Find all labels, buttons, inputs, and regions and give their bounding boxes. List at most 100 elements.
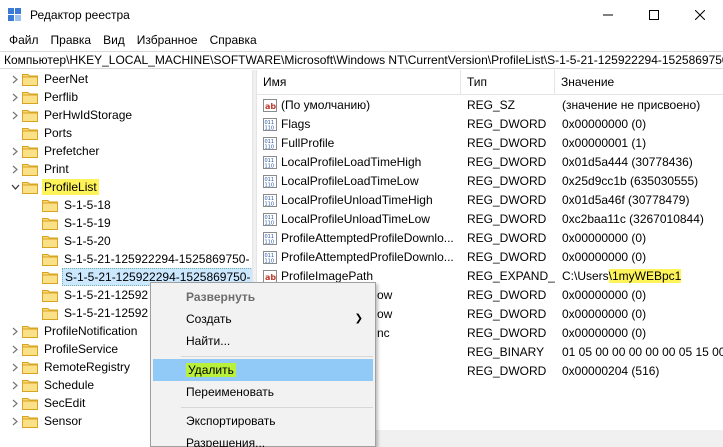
value-type: REG_EXPAND_...: [467, 269, 555, 283]
value-type: REG_DWORD: [467, 288, 547, 302]
tree-item-label: S-1-5-20: [64, 234, 111, 248]
chevron-down-icon[interactable]: [8, 178, 22, 196]
folder-icon: [22, 361, 38, 374]
menu-edit[interactable]: Правка: [45, 30, 98, 50]
value-name: LocalProfileLoadTimeLow: [281, 174, 419, 188]
menu-file[interactable]: Файл: [3, 30, 45, 50]
table-row[interactable]: 011 110 LocalProfileUnloadTimeLow REG_DWORD…: [257, 210, 723, 229]
tree-item[interactable]: SecEdit: [8, 394, 87, 412]
menu-bar: Файл Правка Вид Избранное Справка: [0, 30, 723, 50]
menu-separator: [181, 407, 373, 408]
tree-item[interactable]: Ports: [8, 124, 74, 142]
context-expand-label: Развернуть: [186, 290, 256, 304]
value-type: REG_DWORD: [467, 326, 547, 340]
chevron-right-icon[interactable]: [8, 322, 22, 340]
svg-text:110: 110: [265, 221, 275, 227]
tree-item[interactable]: ProfileList: [8, 178, 99, 196]
tree-item-label: S-1-5-21-125922294-1525869750-: [64, 252, 250, 266]
context-find-label: Найти...: [186, 334, 231, 348]
context-rename[interactable]: Переименовать: [153, 381, 373, 403]
folder-icon: [22, 145, 38, 158]
tree-item[interactable]: Sensor: [8, 412, 84, 430]
folder-icon: [42, 307, 58, 320]
tree-item-label: ProfileService: [44, 342, 119, 356]
table-row[interactable]: 011 110 Flags REG_DWORD 0x00000000 (0): [257, 115, 723, 134]
chevron-right-icon[interactable]: [8, 106, 22, 124]
chevron-right-icon[interactable]: [8, 160, 22, 178]
tree-item[interactable]: Print: [8, 160, 71, 178]
value-data: C:\Users\1myWEBpc1: [562, 267, 723, 286]
tree-item-label: PerHwIdStorage: [44, 108, 133, 122]
value-data: 01 05 00 00 00 00 00 05 15 00 00: [562, 345, 723, 359]
context-export[interactable]: Экспортировать: [153, 410, 373, 432]
context-permissions[interactable]: Разрешения...: [153, 432, 373, 447]
tree-item[interactable]: S-1-5-21-12592: [28, 304, 150, 322]
tree-item[interactable]: RemoteRegistry: [8, 358, 132, 376]
tree-item[interactable]: PerHwIdStorage: [8, 106, 134, 124]
binary-value-icon: 011110: [263, 156, 277, 170]
window-title: Редактор реестра: [30, 8, 130, 22]
column-value-header[interactable]: Значение: [555, 70, 723, 95]
chevron-right-icon[interactable]: [8, 376, 22, 394]
chevron-right-icon[interactable]: [8, 88, 22, 106]
tree-item[interactable]: S-1-5-21-12592: [28, 286, 150, 304]
table-row[interactable]: 011 110 FullProfile REG_DWORD 0x00000001 (1): [257, 134, 723, 153]
tree-item[interactable]: Perflib: [8, 88, 80, 106]
menu-view[interactable]: Вид: [97, 30, 131, 50]
context-expand[interactable]: Развернуть: [153, 286, 373, 308]
submenu-arrow-icon: ❯: [354, 313, 363, 324]
binary-value-icon: 011110: [263, 251, 277, 265]
close-icon: [695, 10, 705, 20]
table-row[interactable]: 011 110 LocalProfileUnloadTimeHigh REG_DWOR…: [257, 191, 723, 210]
title-bar: Редактор реестра: [0, 0, 723, 30]
table-row[interactable]: 011 110 LocalProfileLoadTimeLow REG_DWORD 0x…: [257, 172, 723, 191]
tree-item[interactable]: S-1-5-21-125922294-1525869750-: [28, 250, 251, 268]
chevron-right-icon[interactable]: [8, 358, 22, 376]
maximize-button[interactable]: [631, 0, 677, 30]
context-create[interactable]: Создать ❯: [153, 308, 373, 330]
value-name: LocalProfileUnloadTimeLow: [281, 212, 430, 226]
folder-icon: [22, 181, 38, 194]
context-create-label: Создать: [186, 312, 232, 326]
value-data: 0x00000000 (0): [562, 326, 647, 340]
context-delete[interactable]: Удалить: [153, 359, 373, 381]
column-type-header[interactable]: Тип: [461, 70, 557, 95]
value-name-partial: ow: [377, 288, 393, 302]
value-name: LocalProfileLoadTimeHigh: [281, 155, 422, 169]
tree-item[interactable]: Schedule: [8, 376, 96, 394]
chevron-right-icon[interactable]: [8, 394, 22, 412]
minimize-button[interactable]: [585, 0, 631, 30]
chevron-right-icon[interactable]: [8, 70, 22, 88]
tree-item[interactable]: S-1-5-19: [28, 214, 113, 232]
tree-item-label: ProfileNotification: [44, 324, 138, 338]
context-rename-label: Переименовать: [186, 385, 274, 399]
chevron-right-icon[interactable]: [8, 142, 22, 160]
table-row[interactable]: 011 110 LocalProfileLoadTimeHigh REG_DWORD 0…: [257, 153, 723, 172]
column-name-header[interactable]: Имя: [257, 70, 461, 95]
chevron-right-icon[interactable]: [8, 340, 22, 358]
table-row[interactable]: ab (По умолчанию) REG_SZ (значение не присв…: [257, 96, 723, 115]
menu-separator: [181, 356, 373, 357]
value-type: REG_SZ: [467, 98, 516, 112]
folder-icon: [22, 379, 38, 392]
tree-item[interactable]: ProfileNotification: [8, 322, 139, 340]
maximize-icon: [649, 10, 659, 20]
value-data: 0x00000000 (0): [562, 288, 647, 302]
folder-icon: [22, 73, 38, 86]
table-row[interactable]: 011 110 ProfileAttemptedProfileDownlo... RE…: [257, 248, 723, 267]
folder-icon: [22, 109, 38, 122]
tree-item[interactable]: S-1-5-20: [28, 232, 113, 250]
tree-item[interactable]: Prefetcher: [8, 142, 101, 160]
chevron-right-icon[interactable]: [8, 412, 22, 430]
address-bar[interactable]: Компьютер\HKEY_LOCAL_MACHINE\SOFTWARE\Mi…: [0, 51, 723, 69]
context-find[interactable]: Найти...: [153, 330, 373, 352]
menu-favorites[interactable]: Избранное: [131, 30, 204, 50]
tree-item[interactable]: PeerNet: [8, 70, 90, 88]
tree-item[interactable]: S-1-5-18: [28, 196, 113, 214]
tree-item[interactable]: ProfileService: [8, 340, 120, 358]
table-row[interactable]: 011 110 ProfileAttemptedProfileDownlo... RE…: [257, 229, 723, 248]
close-button[interactable]: [677, 0, 723, 30]
menu-help[interactable]: Справка: [204, 30, 263, 50]
value-name: LocalProfileUnloadTimeHigh: [281, 193, 433, 207]
